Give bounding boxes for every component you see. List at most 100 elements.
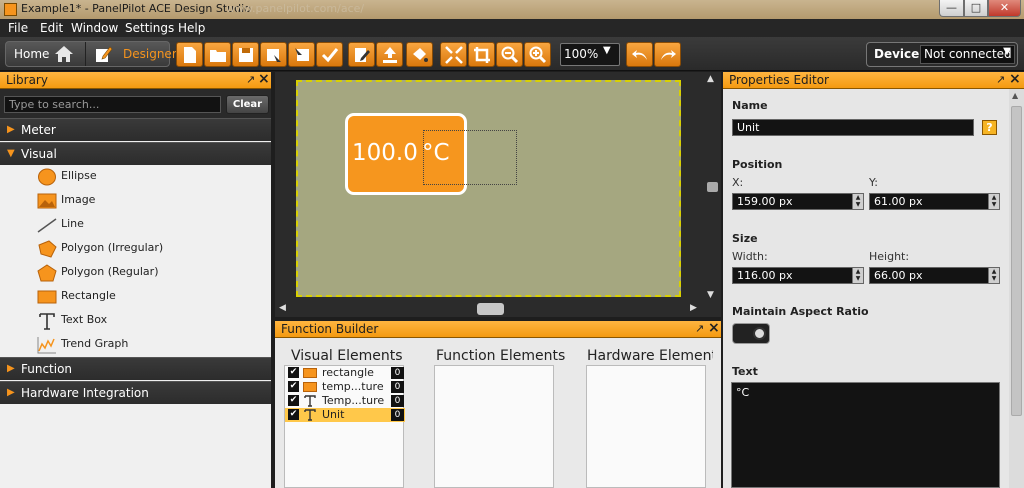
function-elements-list bbox=[434, 365, 554, 488]
name-input[interactable]: Unit bbox=[732, 119, 974, 136]
text-label: Text bbox=[732, 365, 758, 378]
category-meter[interactable]: ▶ Meter bbox=[0, 118, 271, 141]
new-file-button[interactable] bbox=[176, 42, 203, 67]
maximize-button[interactable]: □ bbox=[964, 0, 988, 17]
x-input[interactable]: 159.00 px ▲ ▼ bbox=[732, 193, 864, 210]
import-button[interactable] bbox=[288, 42, 315, 67]
library-item-polygon-regular[interactable]: Polygon (Regular) bbox=[0, 261, 271, 285]
clear-button[interactable]: Clear bbox=[226, 95, 269, 114]
list-item[interactable]: ✔ Temp...ture 0 bbox=[285, 394, 405, 408]
scroll-left-icon[interactable]: ◀ bbox=[279, 303, 286, 313]
check-button[interactable] bbox=[316, 42, 343, 67]
close-icon[interactable]: × bbox=[708, 320, 720, 336]
upload-button[interactable] bbox=[376, 42, 403, 67]
checkbox[interactable]: ✔ bbox=[288, 409, 299, 420]
design-surface[interactable]: 100.0 °C bbox=[296, 80, 681, 297]
upload-icon bbox=[383, 47, 397, 63]
scroll-down-icon[interactable]: ▼ bbox=[707, 290, 714, 300]
library-item-trend-graph[interactable]: Trend Graph bbox=[0, 333, 271, 357]
undock-icon[interactable]: ↗ bbox=[695, 322, 704, 335]
undo-button[interactable] bbox=[626, 42, 653, 67]
designer-button[interactable]: Designer bbox=[85, 42, 177, 66]
selection-box[interactable] bbox=[423, 130, 517, 185]
edit-document-button[interactable] bbox=[348, 42, 375, 67]
width-label: Width: bbox=[732, 250, 768, 263]
zoom-out-button[interactable] bbox=[496, 42, 523, 67]
scroll-right-icon[interactable]: ▶ bbox=[690, 303, 697, 313]
zoom-in-button[interactable] bbox=[524, 42, 551, 67]
height-input[interactable]: 66.00 px ▲ ▼ bbox=[869, 267, 1000, 284]
checkbox[interactable]: ✔ bbox=[288, 381, 299, 392]
category-label: Meter bbox=[21, 123, 56, 137]
export-image-button[interactable] bbox=[260, 42, 287, 67]
category-hardware-integration[interactable]: ▶ Hardware Integration bbox=[0, 381, 271, 404]
undock-icon[interactable]: ↗ bbox=[246, 73, 255, 86]
redo-button[interactable] bbox=[654, 42, 681, 67]
category-function[interactable]: ▶ Function bbox=[0, 357, 271, 380]
y-label: Y: bbox=[869, 176, 878, 189]
spinner-arrows-icon[interactable]: ▲ ▼ bbox=[988, 194, 999, 209]
menu-settings[interactable]: Settings bbox=[125, 21, 174, 35]
aspect-ratio-toggle[interactable] bbox=[732, 323, 770, 344]
list-item[interactable]: ✔ rectangle 0 bbox=[285, 366, 405, 380]
library-item-text-box[interactable]: Text Box bbox=[0, 309, 271, 333]
close-button[interactable]: ✕ bbox=[988, 0, 1021, 17]
chevron-down-icon: ▼ bbox=[1003, 46, 1011, 57]
library-search-input[interactable]: Type to search... bbox=[4, 96, 221, 113]
spinner-arrows-icon[interactable]: ▲ ▼ bbox=[852, 268, 863, 283]
undock-icon[interactable]: ↗ bbox=[996, 73, 1005, 86]
width-value: 116.00 px bbox=[737, 269, 793, 282]
menu-edit[interactable]: Edit bbox=[40, 21, 63, 35]
home-label: Home bbox=[14, 47, 50, 61]
canvas-temperature-text[interactable]: 100.0 bbox=[352, 140, 418, 166]
device-select[interactable]: Not connected ▼ bbox=[920, 45, 1015, 64]
minimize-button[interactable]: — bbox=[939, 0, 964, 17]
list-item-selected[interactable]: ✔ Unit 0 bbox=[285, 408, 405, 422]
zoom-in-icon bbox=[529, 46, 547, 64]
spinner-arrows-icon[interactable]: ▲ ▼ bbox=[852, 194, 863, 209]
crop-icon bbox=[474, 47, 490, 63]
scroll-up-icon[interactable]: ▲ bbox=[1012, 91, 1018, 100]
menu-help[interactable]: Help bbox=[178, 21, 205, 35]
trend-graph-icon bbox=[37, 337, 56, 354]
checkbox[interactable]: ✔ bbox=[288, 395, 299, 406]
image-icon bbox=[37, 193, 57, 209]
home-button[interactable]: Home bbox=[6, 42, 84, 66]
menu-window[interactable]: Window bbox=[71, 21, 118, 35]
zoom-select[interactable]: 100% ▼ bbox=[560, 43, 620, 66]
function-elements-heading: Function Elements bbox=[436, 348, 566, 364]
library-item-image[interactable]: Image bbox=[0, 189, 271, 213]
horizontal-scroll-thumb[interactable] bbox=[477, 303, 504, 315]
pentagon-icon bbox=[37, 264, 57, 282]
menu-file[interactable]: File bbox=[8, 21, 28, 35]
help-button[interactable]: ? bbox=[982, 120, 997, 135]
canvas-vertical-scrollbar[interactable]: ▲ ▼ bbox=[703, 72, 721, 317]
close-icon[interactable]: × bbox=[1009, 71, 1021, 87]
library-empty-area bbox=[0, 404, 271, 488]
scroll-up-icon[interactable]: ▲ bbox=[707, 74, 714, 84]
save-button[interactable] bbox=[232, 42, 259, 67]
category-label: Function bbox=[21, 362, 73, 376]
category-label: Hardware Integration bbox=[21, 386, 149, 400]
properties-title: Properties Editor bbox=[729, 73, 829, 87]
library-item-polygon-irregular[interactable]: Polygon (Irregular) bbox=[0, 237, 271, 261]
close-icon[interactable]: × bbox=[258, 71, 270, 87]
checkbox[interactable]: ✔ bbox=[288, 367, 299, 378]
device-value: Not connected bbox=[924, 47, 1012, 61]
category-visual[interactable]: ▼ Visual bbox=[0, 142, 271, 165]
properties-scroll-thumb[interactable] bbox=[1011, 106, 1022, 416]
library-item-ellipse[interactable]: Ellipse bbox=[0, 165, 271, 189]
width-input[interactable]: 116.00 px ▲ ▼ bbox=[732, 267, 864, 284]
open-folder-button[interactable] bbox=[204, 42, 231, 67]
library-item-rectangle[interactable]: Rectangle bbox=[0, 285, 271, 309]
crop-button[interactable] bbox=[468, 42, 495, 67]
vertical-scroll-thumb[interactable] bbox=[707, 182, 718, 192]
y-input[interactable]: 61.00 px ▲ ▼ bbox=[869, 193, 1000, 210]
toggle-knob bbox=[753, 327, 766, 340]
text-input-area[interactable]: °C bbox=[731, 382, 1000, 488]
list-item[interactable]: ✔ temp...ture 0 bbox=[285, 380, 405, 394]
paint-bucket-button[interactable] bbox=[406, 42, 433, 67]
spinner-arrows-icon[interactable]: ▲ ▼ bbox=[988, 268, 999, 283]
library-item-line[interactable]: Line bbox=[0, 213, 271, 237]
fit-screen-button[interactable] bbox=[440, 42, 467, 67]
